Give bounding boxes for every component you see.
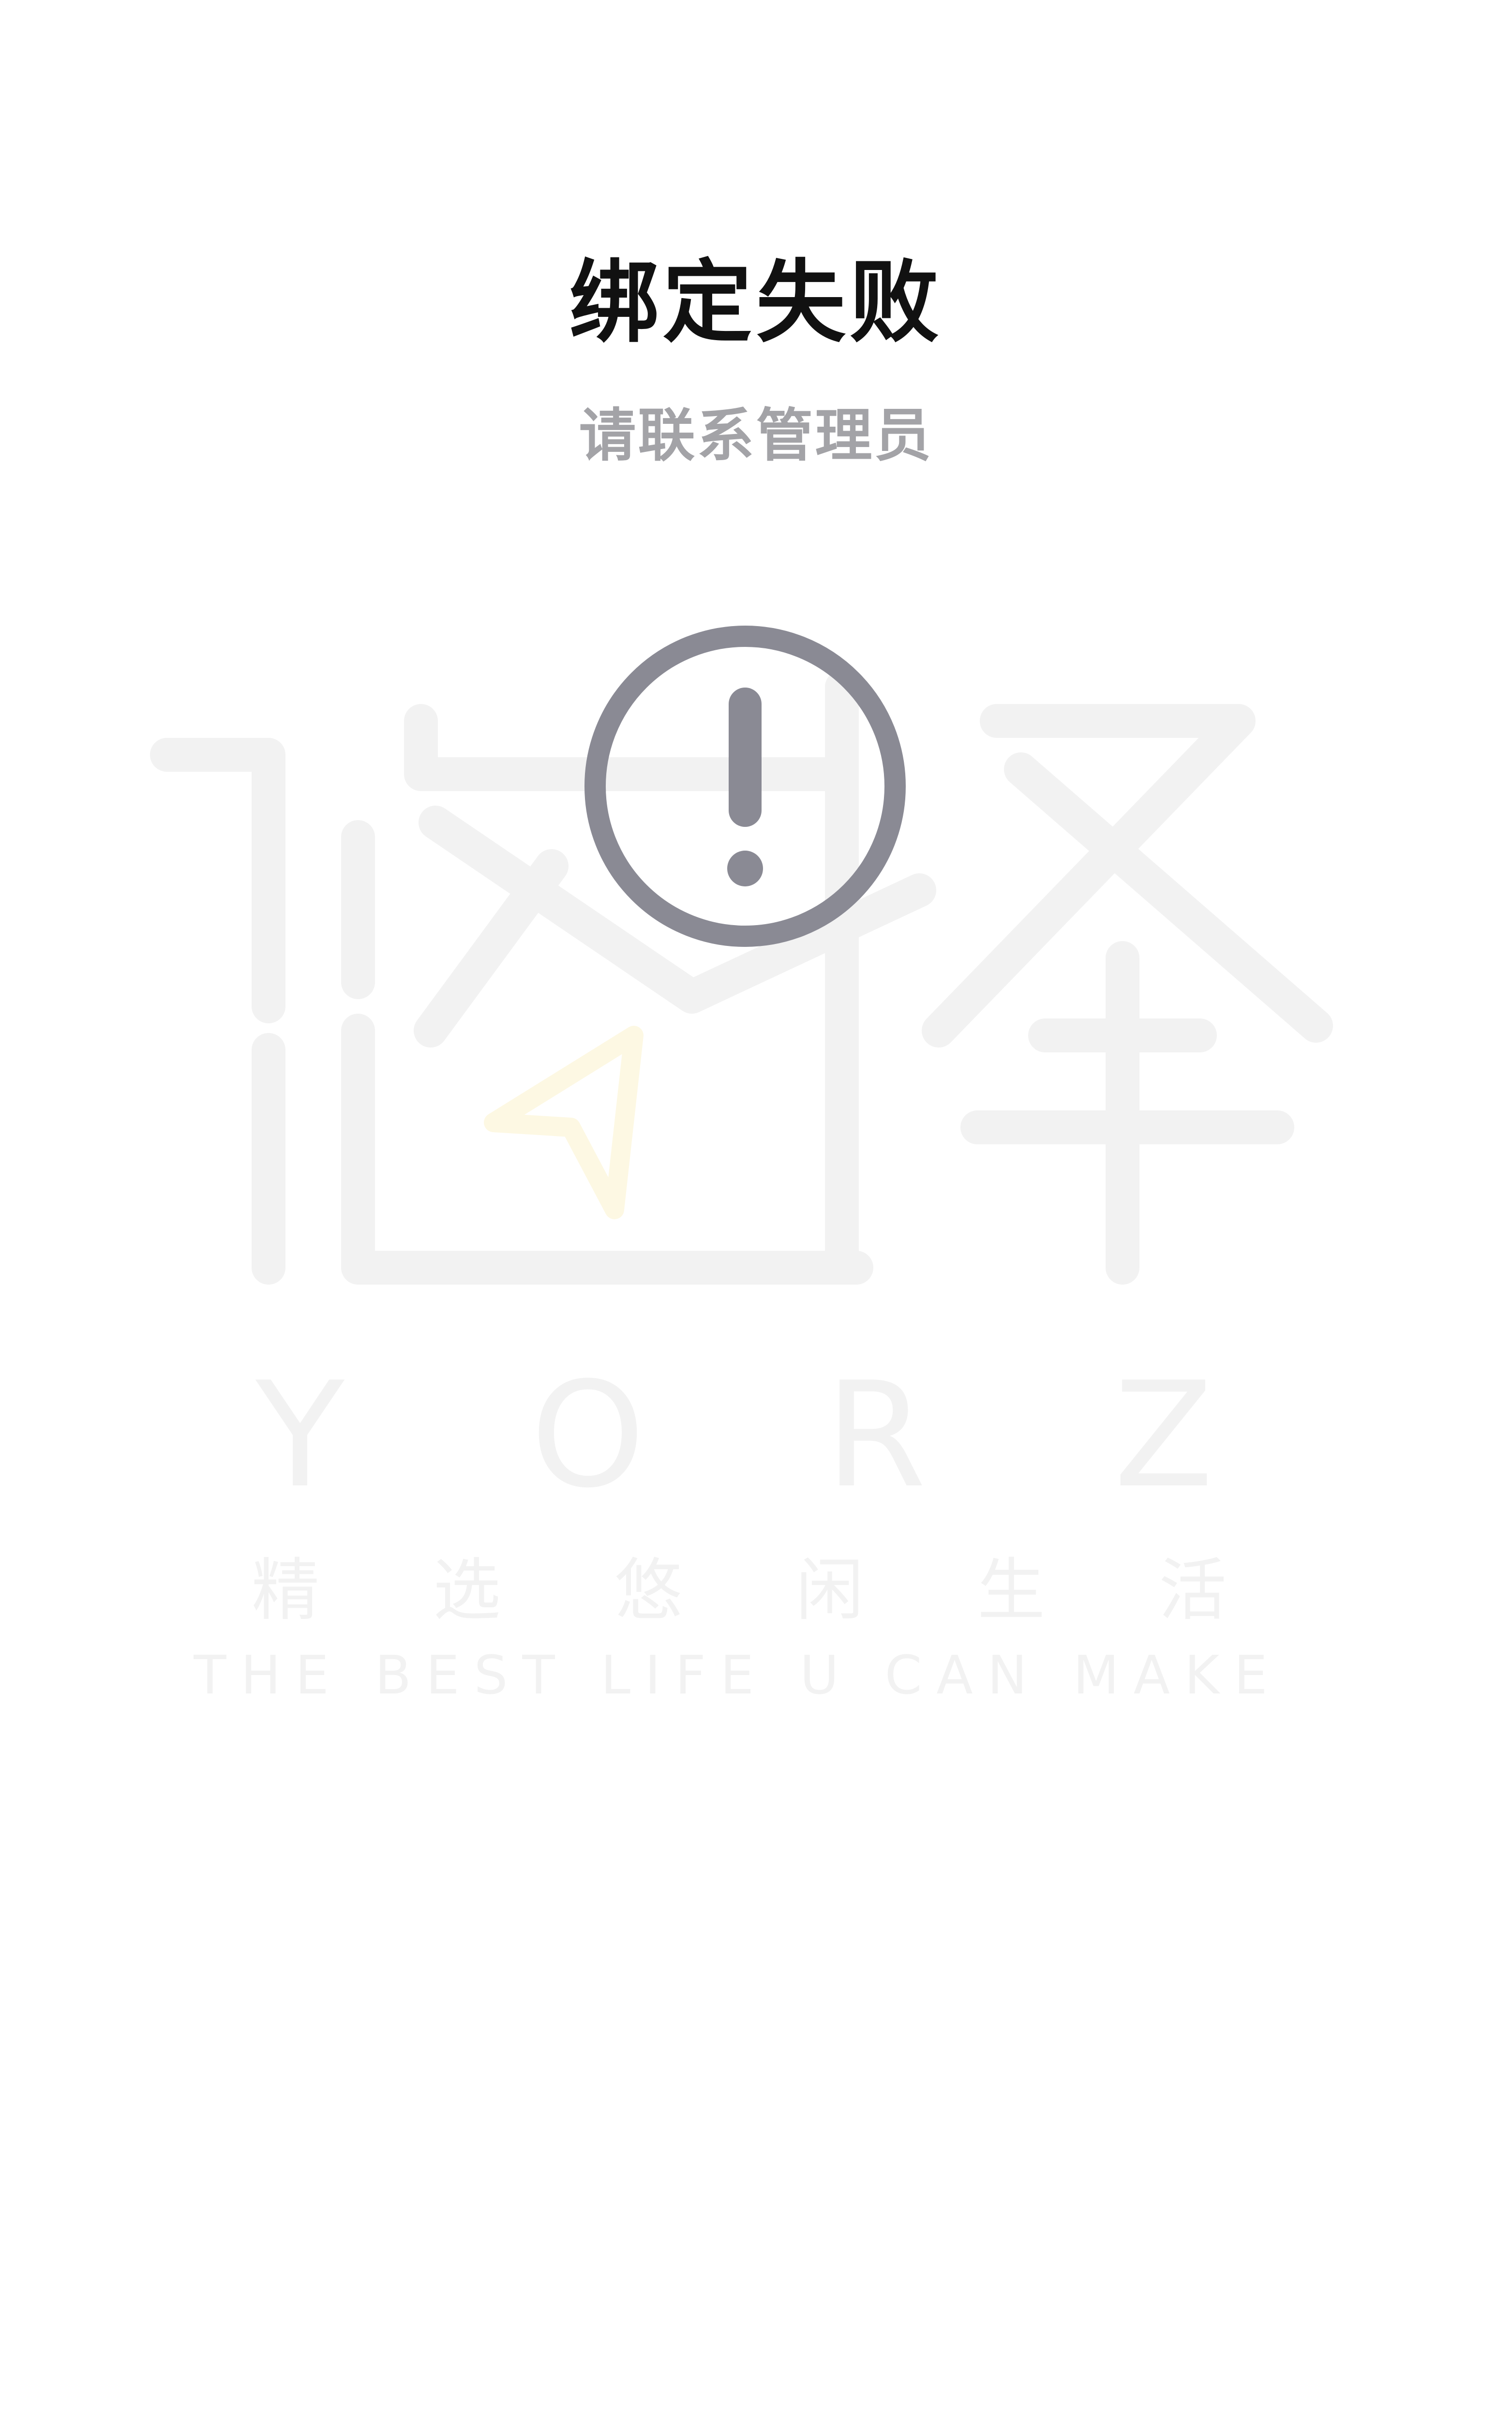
watermark-slogan-char: 精 [252, 1551, 319, 1630]
watermark-slogan-char: 活 [1159, 1551, 1227, 1630]
watermark-slogan-char: 生 [977, 1551, 1045, 1630]
watermark-slogan-en: THE BEST LIFE U CAN MAKE [193, 1644, 1282, 1706]
watermark-slogan-char: 闲 [796, 1551, 864, 1630]
watermark-letter-z: Z [1114, 1351, 1213, 1520]
bind-failed-page: Y O R Z 精 选 悠 闲 生 活 THE BEST LIFE U CAN … [0, 0, 1512, 2411]
watermark-letter-y: Y [254, 1351, 346, 1520]
watermark-letter-r: R [825, 1351, 926, 1520]
exclamation-circle-icon [584, 626, 906, 947]
status-message: 请联系管理员 [579, 402, 933, 469]
watermark-slogan-char: 悠 [614, 1551, 682, 1630]
page-title: 绑定失败 [569, 250, 943, 355]
watermark-slogan-char: 选 [433, 1551, 501, 1630]
logo-arrow [484, 1026, 644, 1219]
watermark-letter-o: O [531, 1351, 645, 1520]
